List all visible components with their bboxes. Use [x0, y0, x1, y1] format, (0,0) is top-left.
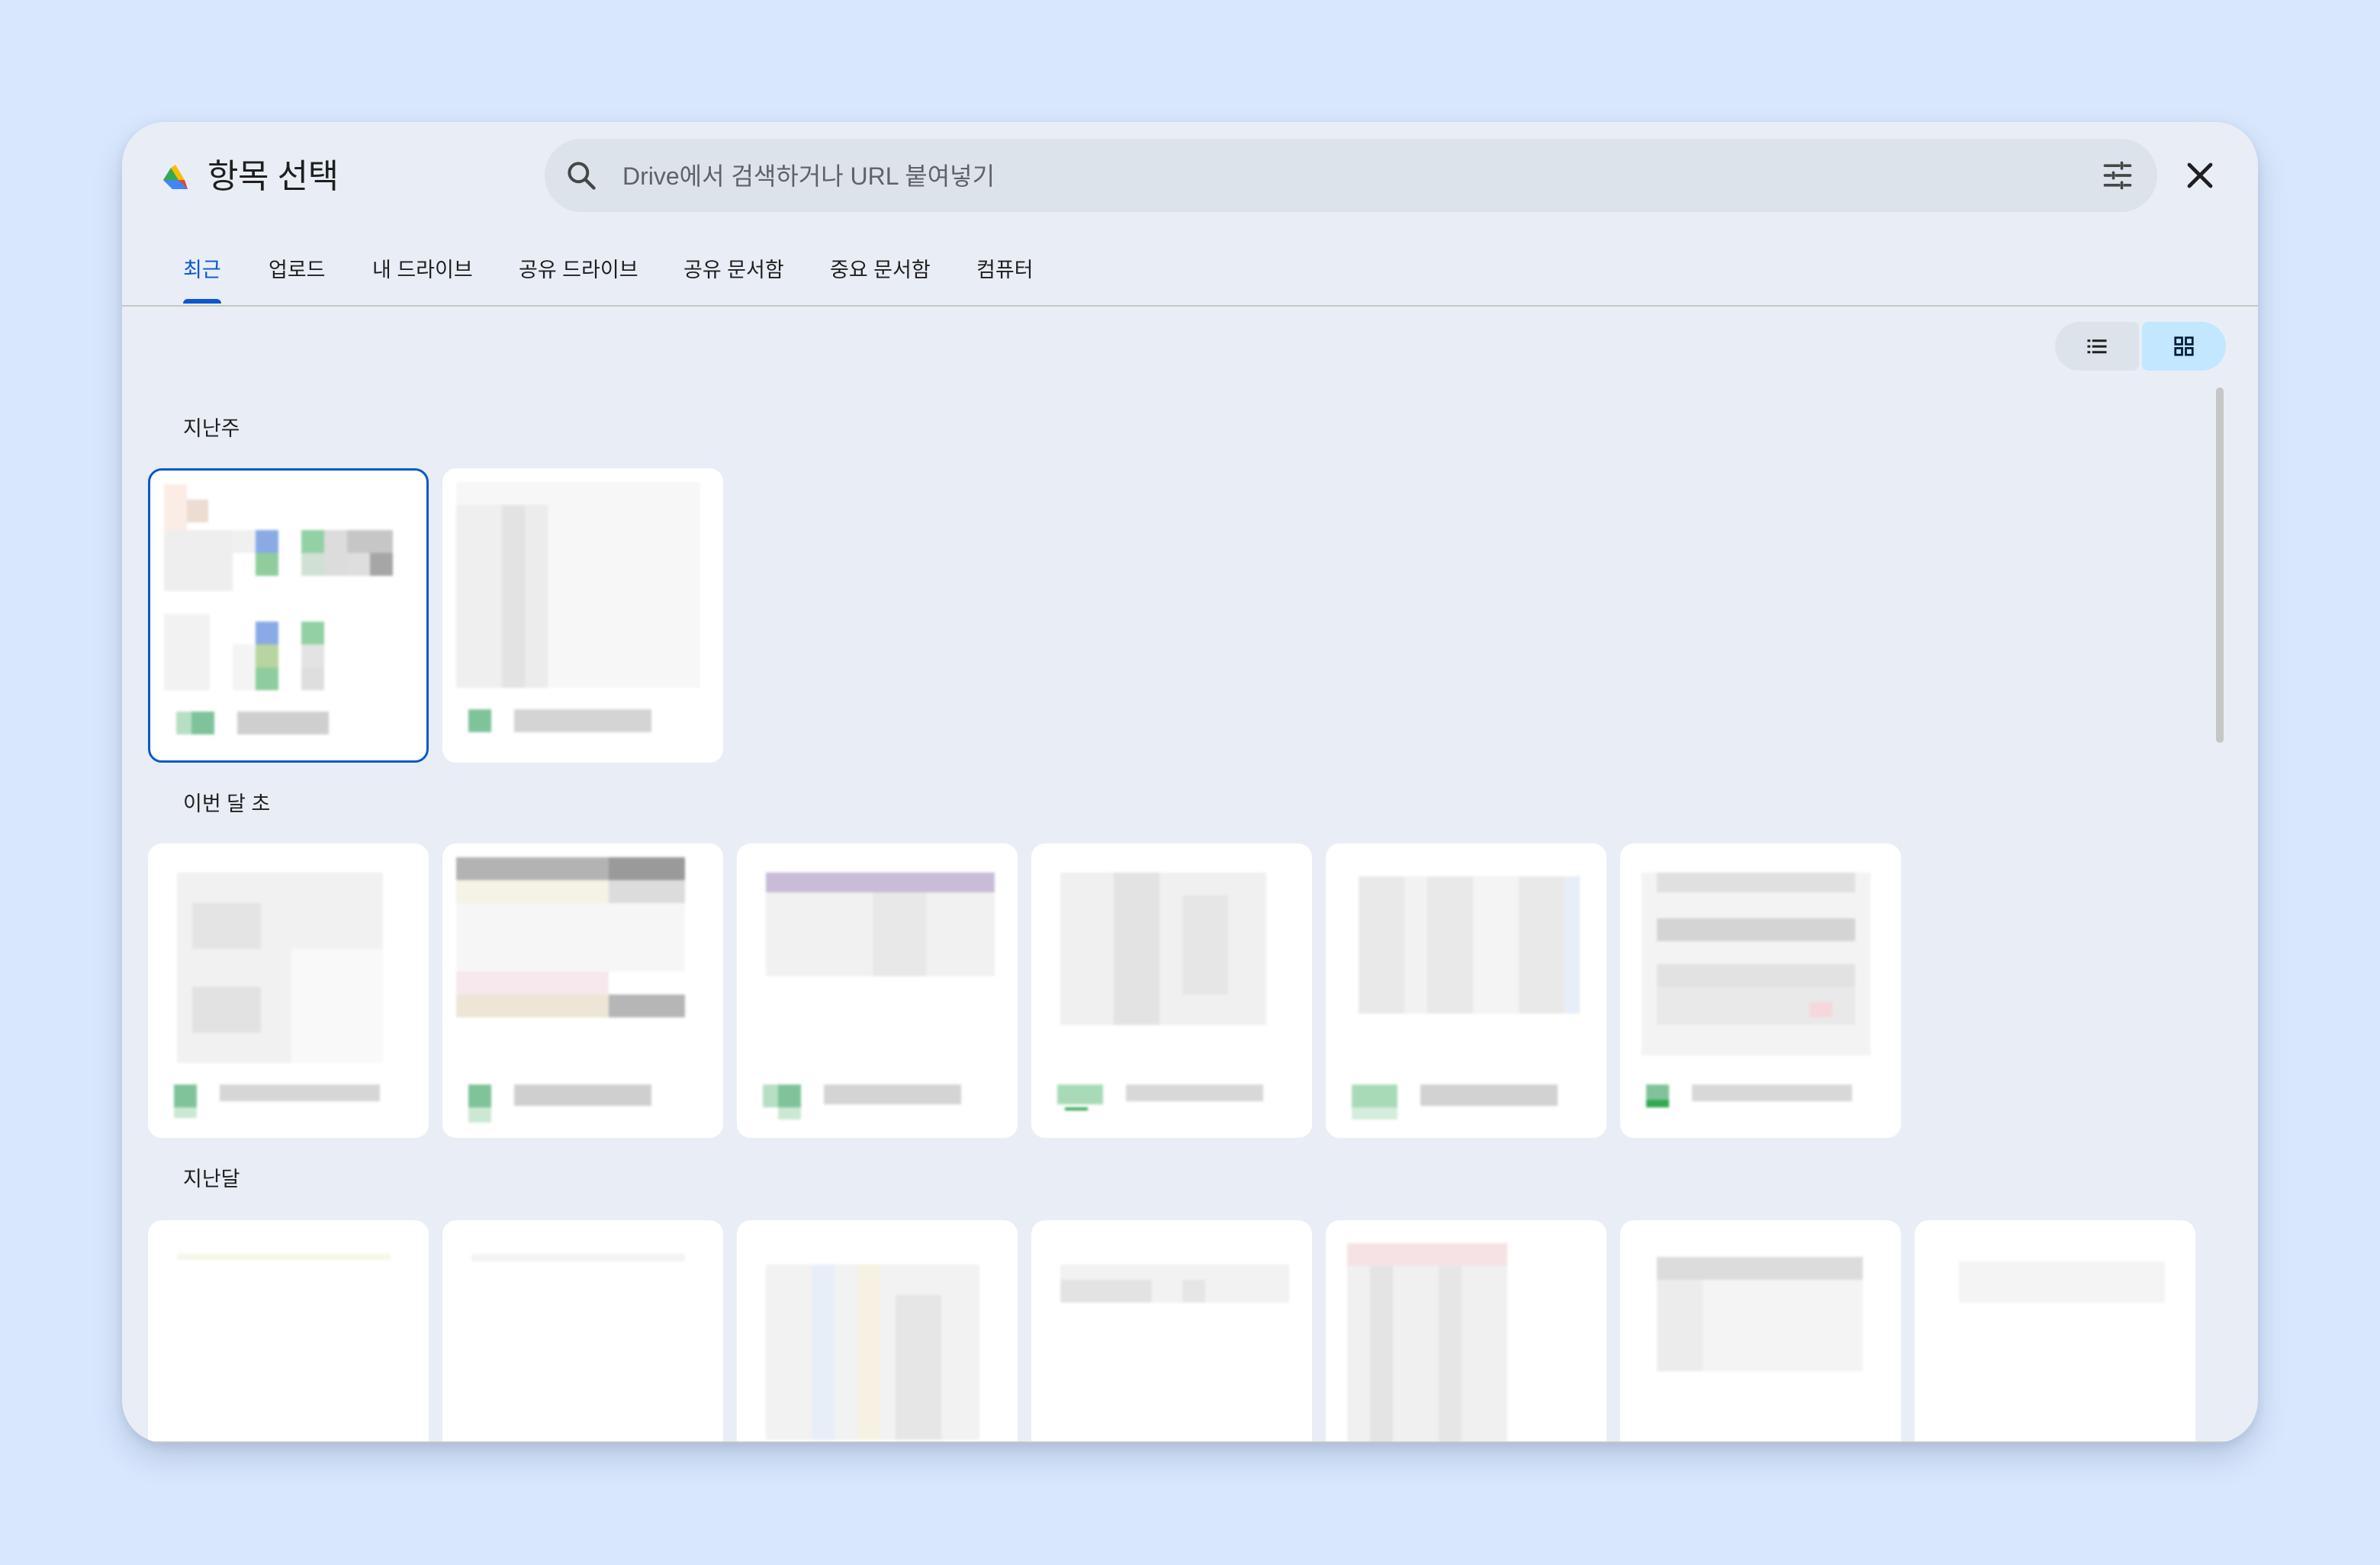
file-card[interactable] — [1031, 844, 1312, 1138]
view-toggle — [2055, 322, 2226, 371]
file-thumbnail — [1928, 1234, 2182, 1443]
tab-shared-with-me[interactable]: 공유 문서함 — [683, 236, 784, 304]
tab-label: 내 드라이브 — [372, 259, 473, 281]
grid-view-button[interactable] — [2142, 322, 2226, 371]
file-card-footer — [1646, 1085, 1875, 1112]
scrollbar-thumb[interactable] — [2216, 387, 2224, 743]
file-thumbnail — [164, 484, 417, 693]
close-icon[interactable] — [2182, 157, 2218, 194]
file-card[interactable] — [1620, 844, 1901, 1138]
active-tab-indicator — [183, 299, 221, 304]
file-picker-dialog: 항목 선택 최근 — [122, 122, 2258, 1443]
dialog-bottom-edge — [122, 1441, 2258, 1443]
file-card-footer — [174, 1085, 403, 1118]
file-thumbnail — [456, 482, 709, 691]
file-card[interactable] — [1915, 1220, 2195, 1443]
tab-shared-drives[interactable]: 공유 드라이브 — [519, 236, 638, 304]
sheets-file-icon — [1057, 1085, 1103, 1104]
file-thumbnail — [456, 857, 709, 1066]
list-view-icon — [2087, 339, 2107, 354]
tab-label: 공유 드라이브 — [519, 259, 638, 281]
file-card[interactable] — [442, 468, 723, 763]
file-card[interactable] — [1031, 1220, 1312, 1443]
file-card[interactable] — [737, 1220, 1018, 1443]
tab-recent[interactable]: 최근 — [183, 236, 221, 304]
file-thumbnail — [1340, 1234, 1593, 1443]
file-thumbnail — [162, 857, 415, 1066]
sheets-file-icon — [174, 1085, 197, 1107]
file-card[interactable] — [442, 844, 723, 1138]
sheets-file-icon — [468, 709, 491, 732]
search-input[interactable] — [621, 139, 2073, 214]
section-heading-last-month: 지난달 — [183, 1168, 240, 1191]
file-card[interactable] — [442, 1220, 723, 1443]
file-thumbnail — [1045, 1234, 1298, 1443]
tab-starred[interactable]: 중요 문서함 — [830, 236, 931, 304]
file-card[interactable] — [1326, 1220, 1606, 1443]
file-thumbnail — [1340, 857, 1593, 1066]
tab-label: 공유 문서함 — [683, 259, 784, 281]
file-card-footer — [468, 709, 697, 737]
tab-computers[interactable]: 컴퓨터 — [976, 236, 1034, 304]
list-view-button[interactable] — [2055, 322, 2139, 371]
file-thumbnail — [456, 1234, 709, 1443]
file-card-footer — [468, 1085, 697, 1123]
file-thumbnail — [162, 1234, 415, 1443]
file-card[interactable] — [148, 844, 429, 1138]
file-thumbnail — [751, 857, 1004, 1066]
search-icon — [568, 162, 596, 190]
file-thumbnail — [751, 1234, 1004, 1443]
tab-label: 업로드 — [269, 259, 326, 281]
file-card-footer — [1057, 1085, 1286, 1112]
tab-label: 최근 — [183, 259, 221, 281]
tab-label: 중요 문서함 — [830, 259, 931, 281]
search-bar[interactable] — [545, 139, 2157, 214]
grid-view-icon — [2174, 336, 2194, 356]
tab-bar: 최근 업로드 내 드라이브 공유 드라이브 공유 문서함 중요 문서함 컴퓨터 — [122, 236, 2258, 307]
file-card[interactable] — [148, 468, 429, 763]
google-drive-logo-icon — [163, 165, 188, 189]
file-thumbnail — [1634, 857, 1887, 1066]
section-heading-earlier-this-month: 이번 달 초 — [183, 792, 271, 815]
file-thumbnail — [1634, 1234, 1887, 1443]
file-card[interactable] — [1620, 1220, 1901, 1443]
dialog-title: 항목 선택 — [207, 158, 339, 195]
tab-upload[interactable]: 업로드 — [269, 236, 326, 304]
sheets-file-icon — [1352, 1085, 1397, 1107]
tab-my-drive[interactable]: 내 드라이브 — [372, 236, 473, 304]
file-card[interactable] — [1326, 844, 1606, 1138]
tab-label: 컴퓨터 — [976, 259, 1034, 281]
file-card-footer — [1352, 1085, 1581, 1120]
sheets-file-icon — [468, 1085, 491, 1107]
file-card-footer — [176, 712, 405, 739]
dialog-header: 항목 선택 최근 — [122, 122, 2258, 307]
file-thumbnail — [1045, 857, 1298, 1066]
file-card[interactable] — [737, 844, 1018, 1138]
file-card-footer — [763, 1085, 992, 1120]
file-card[interactable] — [148, 1220, 429, 1443]
tune-icon[interactable] — [2101, 159, 2134, 192]
section-heading-last-week: 지난주 — [183, 417, 240, 440]
